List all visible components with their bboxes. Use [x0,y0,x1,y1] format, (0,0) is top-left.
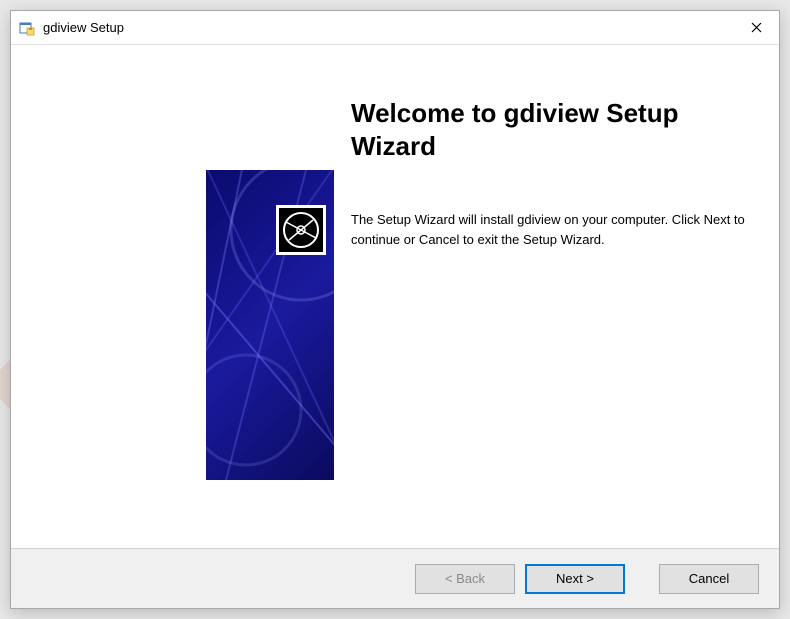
titlebar: gdiview Setup [11,11,779,45]
next-button[interactable]: Next > [525,564,625,594]
wizard-content: Welcome to gdiview Setup Wizard Th [11,45,779,548]
installer-icon [19,20,35,36]
wizard-sidebar-image [206,170,334,480]
disc-icon [276,205,326,255]
cancel-button[interactable]: Cancel [659,564,759,594]
wizard-heading: Welcome to gdiview Setup Wizard [351,97,751,162]
wizard-body-text: The Setup Wizard will install gdiview on… [351,210,751,249]
setup-dialog: gdiview Setup Welcome to gdiview Setup W… [10,10,780,609]
button-bar: < Back Next > Cancel [11,548,779,608]
close-button[interactable] [733,12,779,44]
back-button: < Back [415,564,515,594]
window-title: gdiview Setup [43,20,733,35]
